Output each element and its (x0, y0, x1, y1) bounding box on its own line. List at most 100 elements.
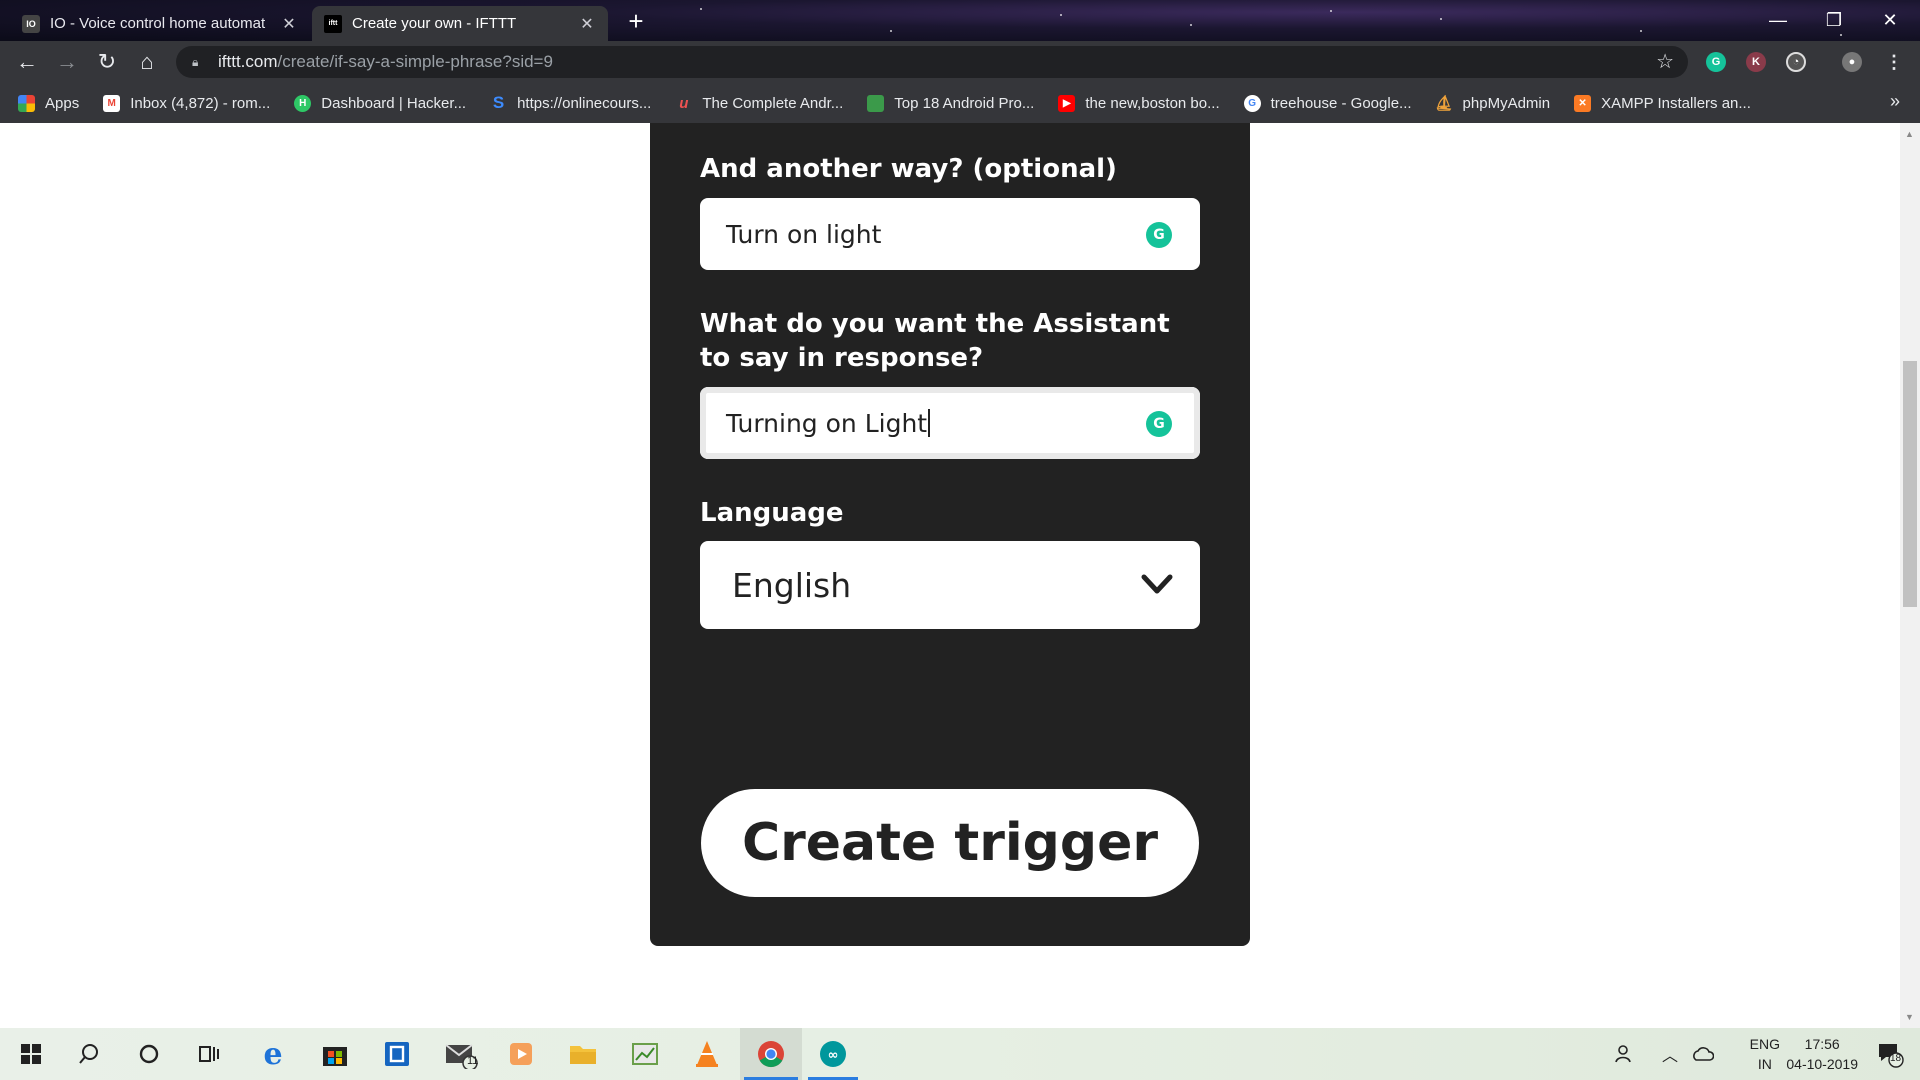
bookmarks-overflow-icon[interactable]: » (1890, 91, 1900, 112)
response-value: Turning on Light (726, 408, 928, 438)
tab-title: Create your own - IFTTT (352, 15, 517, 32)
another-way-label: And another way? (optional) (700, 154, 1117, 184)
reload-button[interactable]: ↻ (92, 47, 122, 77)
bg-star (700, 8, 702, 10)
bookmark-phpmyadmin[interactable]: ⛵︎ phpMyAdmin (1435, 94, 1551, 113)
onedrive-icon[interactable] (1690, 1028, 1714, 1080)
notifications-count: 18 (1890, 1053, 1902, 1064)
language-select[interactable]: English (700, 541, 1200, 629)
chevron-down-icon (1141, 574, 1173, 594)
page-content: And another way? (optional) Turn on ligh… (0, 123, 1920, 1028)
page-scrollbar[interactable]: ▲ ▼ (1900, 123, 1920, 1028)
snip-tool-button[interactable] (368, 1028, 426, 1080)
another-way-input[interactable]: Turn on light G (700, 198, 1200, 270)
forward-button[interactable]: → (52, 47, 82, 77)
tab-io-voice-control[interactable]: IO IO - Voice control home automat ✕ (10, 6, 310, 41)
windows-taskbar: e 11 ∞ ︿ ENG IN 17:56 04-10-2019 18 (0, 1028, 1920, 1080)
bg-star (890, 30, 892, 32)
region-code: IN (1757, 1056, 1772, 1072)
home-button[interactable]: ⌂ (132, 47, 162, 77)
xampp-icon: ✕ (1574, 94, 1592, 112)
bookmark-inbox[interactable]: M Inbox (4,872) - rom... (103, 94, 271, 112)
tray-overflow-chevron-icon[interactable]: ︿ (1662, 1028, 1678, 1080)
cloud-icon (1693, 1047, 1714, 1061)
bookmark-label: Dashboard | Hacker... (321, 94, 467, 112)
speedometer-extension-icon[interactable]: ◔ (1786, 52, 1806, 72)
language-label: Language (700, 498, 844, 528)
scrollbar-thumb[interactable] (1903, 361, 1917, 607)
svg-text:∞: ∞ (828, 1048, 839, 1063)
youtube-icon: ▶ (1058, 94, 1076, 112)
folder-icon (570, 1046, 596, 1064)
bookmark-complete-android[interactable]: u The Complete Andr... (675, 95, 843, 112)
io-icon: IO (22, 14, 40, 33)
bookmark-label: https://onlinecours... (517, 94, 652, 112)
udemy-icon: u (679, 94, 689, 112)
ifttt-icon: iftt (324, 14, 342, 33)
bg-star (1330, 10, 1332, 12)
cortana-button[interactable] (120, 1028, 178, 1080)
bookmark-label: Apps (45, 94, 80, 112)
close-tab-icon[interactable]: ✕ (578, 14, 596, 34)
address-bar[interactable]: 🔒︎ ifttt.com/create/if-say-a-simple-phra… (176, 46, 1688, 78)
bg-star (1190, 24, 1192, 26)
bookmark-label: XAMPP Installers an... (1601, 94, 1751, 112)
chrome-button[interactable] (740, 1028, 802, 1080)
back-button[interactable]: ← (12, 47, 42, 77)
gmail-icon: M (103, 94, 121, 112)
bookmark-hackerrank[interactable]: H Dashboard | Hacker... (294, 94, 467, 112)
new-tab-button[interactable]: + (622, 8, 650, 36)
scroll-up-icon[interactable]: ▲ (1905, 129, 1914, 139)
minimize-button[interactable]: — (1750, 4, 1806, 36)
grammarly-extension-icon[interactable]: G (1706, 52, 1726, 72)
tab-create-your-own[interactable]: iftt Create your own - IFTTT ✕ (312, 6, 608, 41)
grammarly-icon[interactable]: G (1146, 222, 1172, 248)
window-title-bar: IO IO - Voice control home automat ✕ ift… (0, 0, 1920, 41)
bookmark-label: the new,boston bo... (1085, 94, 1220, 112)
bookmark-top-android[interactable]: Top 18 Android Pro... (867, 94, 1035, 112)
language-code: ENG (1749, 1036, 1780, 1052)
task-view-button[interactable] (180, 1028, 238, 1080)
bookmark-star-icon[interactable]: ☆ (1656, 49, 1674, 74)
response-input[interactable]: Turning on Light G (700, 387, 1200, 459)
input-language[interactable]: ENG IN (1750, 1034, 1780, 1074)
bookmark-label: Inbox (4,872) - rom... (130, 94, 271, 112)
arduino-button[interactable]: ∞ (804, 1028, 862, 1080)
bookmark-label: The Complete Andr... (702, 94, 844, 112)
search-button[interactable] (60, 1028, 118, 1080)
vlc-button[interactable] (678, 1028, 736, 1080)
create-trigger-button[interactable]: Create trigger (701, 789, 1199, 897)
tab-title: IO - Voice control home automat (50, 15, 266, 32)
action-center-button[interactable]: 18 (1876, 1040, 1904, 1068)
url-path: /create/if-say-a-simple-phrase?sid=9 (277, 52, 553, 71)
scroll-down-icon[interactable]: ▼ (1905, 1012, 1914, 1022)
photos-button[interactable] (616, 1028, 674, 1080)
restore-button[interactable]: ❐ (1806, 4, 1862, 36)
bookmark-label: treehouse - Google... (1270, 94, 1412, 112)
profile-avatar[interactable]: ● (1842, 52, 1862, 72)
bookmark-treehouse[interactable]: G treehouse - Google... (1243, 94, 1412, 112)
media-player-button[interactable] (492, 1028, 550, 1080)
mail-button[interactable]: 11 (432, 1028, 490, 1080)
bookmark-newboston[interactable]: ▶ the new,boston bo... (1058, 94, 1220, 112)
bookmark-xampp[interactable]: ✕ XAMPP Installers an... (1574, 94, 1751, 112)
bookmark-label: phpMyAdmin (1462, 94, 1551, 112)
bookmark-apps[interactable]: Apps (18, 94, 80, 112)
k-extension-icon[interactable]: K (1746, 52, 1766, 72)
close-tab-icon[interactable]: ✕ (280, 14, 298, 34)
menu-dots-icon[interactable]: ⋮ (1884, 52, 1904, 72)
edge-button[interactable]: e (244, 1028, 302, 1080)
bracket-app-icon (385, 1042, 409, 1066)
bookmark-label: Top 18 Android Pro... (894, 94, 1035, 112)
start-button[interactable] (2, 1028, 60, 1080)
close-window-button[interactable]: ✕ (1862, 4, 1918, 36)
people-icon[interactable] (1614, 1028, 1636, 1080)
grammarly-icon[interactable]: G (1146, 411, 1172, 437)
s-icon: S (492, 93, 505, 112)
file-explorer-button[interactable] (554, 1028, 612, 1080)
system-clock[interactable]: 17:56 04-10-2019 (1786, 1034, 1858, 1074)
store-icon (323, 1047, 347, 1066)
bookmark-onlinecourses[interactable]: S https://onlinecours... (490, 93, 652, 112)
store-button[interactable] (306, 1028, 364, 1080)
google-icon: G (1243, 94, 1261, 112)
